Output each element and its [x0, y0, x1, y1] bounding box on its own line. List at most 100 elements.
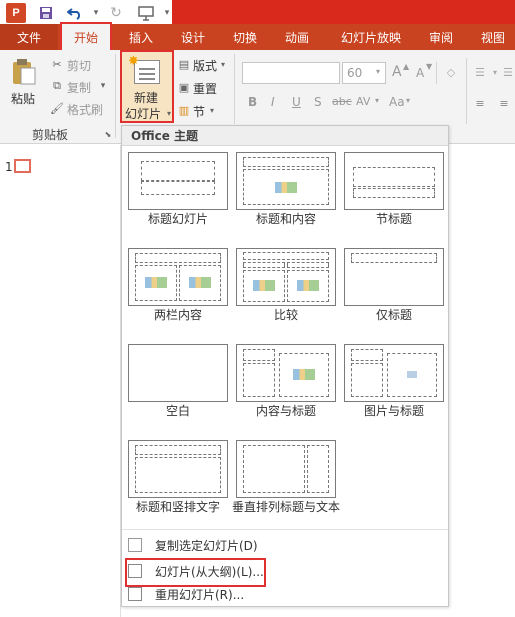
customize-toolbar-icon[interactable]: ▾ — [157, 3, 177, 23]
clipboard-launcher-icon[interactable]: ⬊ — [103, 129, 113, 139]
slide-thumbnail[interactable] — [14, 159, 31, 173]
paste-label[interactable]: 粘贴 — [11, 90, 35, 107]
change-case-button[interactable]: Aa — [389, 95, 405, 109]
save-icon[interactable] — [36, 3, 56, 23]
present-icon[interactable] — [136, 3, 156, 23]
layout-icon[interactable]: ▤ — [177, 57, 191, 71]
font-size-value: 60 — [347, 66, 363, 80]
section-button[interactable]: 节 — [193, 103, 205, 120]
layout-label: 仅标题 — [375, 308, 412, 322]
copy-label[interactable]: 复制 — [67, 79, 91, 96]
slide-number: 1 — [5, 160, 13, 174]
new-slide-dropdown-icon: ▾ — [166, 108, 171, 118]
group-separator — [234, 54, 235, 124]
group-separator — [115, 54, 116, 138]
duplicate-slide-icon — [128, 538, 142, 552]
undo-dropdown-icon[interactable]: ▾ — [86, 3, 106, 23]
layout-label: 图片与标题 — [363, 404, 424, 418]
layout-thumbnail — [236, 440, 336, 498]
reset-button[interactable]: 重置 — [193, 80, 217, 97]
numbering-icon[interactable]: ☰ — [500, 64, 515, 80]
clipboard-group-label: 剪贴板 — [32, 128, 69, 142]
layout-thumbnail — [344, 344, 444, 402]
layout-dropdown-icon[interactable]: ▾ — [219, 57, 227, 71]
gallery-theme-header: Office 主题 — [122, 126, 448, 146]
group-separator — [466, 58, 467, 124]
font-size-select[interactable]: 60 ▾ — [342, 62, 386, 84]
layout-label: 标题幻灯片 — [147, 212, 208, 226]
bold-button[interactable]: B — [248, 95, 257, 109]
layout-thumbnail — [344, 152, 444, 210]
paste-icon[interactable] — [10, 58, 38, 86]
tab-view[interactable]: 视图 — [470, 24, 515, 50]
tab-transitions[interactable]: 切换 — [222, 24, 268, 50]
reuse-slides-menu-item[interactable]: 重用幻灯片(R)... — [123, 583, 449, 605]
new-slide-label-2: 幻灯片 — [125, 107, 162, 121]
redo-icon[interactable]: ↻ — [106, 3, 126, 23]
layout-label: 两栏内容 — [153, 308, 202, 322]
undo-icon[interactable] — [65, 3, 85, 23]
font-name-select[interactable] — [242, 62, 340, 84]
tab-insert[interactable]: 插入 — [118, 24, 164, 50]
shrink-arrow-icon: ▼ — [426, 62, 433, 71]
layout-thumbnail — [236, 248, 336, 306]
align-left-icon[interactable]: ≡ — [472, 95, 488, 111]
layout-thumbnail — [128, 248, 228, 306]
strikethrough-button[interactable]: abc — [332, 95, 352, 108]
font-size-dropdown-icon: ▾ — [376, 67, 381, 76]
layout-thumbnail — [344, 248, 444, 306]
new-slide-label-1: 新建 — [134, 91, 159, 105]
shrink-font-button[interactable]: A — [416, 66, 424, 80]
new-slide-button[interactable]: ✸ 新建 幻灯片 ▾ — [120, 50, 174, 123]
clear-format-icon[interactable]: ◇ — [443, 64, 459, 80]
section-icon[interactable]: ▥ — [177, 103, 191, 117]
grow-arrow-icon: ▲ — [403, 62, 410, 71]
layout-thumbnail — [128, 440, 228, 498]
layout-label: 内容与标题 — [255, 404, 316, 418]
grow-font-button[interactable]: A — [392, 64, 402, 80]
reuse-slides-icon — [128, 587, 142, 601]
layout-label: 标题和内容 — [255, 212, 316, 226]
layout-button[interactable]: 版式 — [193, 57, 217, 74]
change-case-dropdown-icon[interactable]: ▾ — [406, 96, 410, 105]
char-spacing-dropdown-icon[interactable]: ▾ — [375, 96, 379, 105]
cut-icon[interactable]: ✂ — [50, 57, 64, 71]
gallery-separator — [122, 529, 448, 530]
tab-design[interactable]: 设计 — [170, 24, 216, 50]
format-painter-label[interactable]: 格式刷 — [67, 101, 103, 118]
layout-label: 垂直排列标题与文本 — [232, 500, 341, 514]
section-dropdown-icon[interactable]: ▾ — [208, 103, 216, 117]
reset-icon[interactable]: ▣ — [177, 80, 191, 94]
layout-thumbnail — [236, 152, 336, 210]
duplicate-slides-label: 复制选定幻灯片(D) — [155, 539, 258, 553]
new-slide-layout-gallery: Office 主题 标题幻灯片 标题和内容 节标题 两栏内容 比较 仅标题 空白… — [121, 125, 449, 607]
char-spacing-button[interactable]: AV — [356, 95, 370, 108]
layout-thumbnail — [128, 344, 228, 402]
reuse-slides-label: 重用幻灯片(R)... — [155, 588, 245, 602]
format-painter-icon[interactable]: 🖌 — [50, 101, 64, 115]
tab-home[interactable]: 开始 — [60, 22, 112, 52]
copy-icon[interactable]: ⧉ — [50, 79, 64, 93]
layout-label: 标题和竖排文字 — [135, 500, 220, 514]
tab-animations[interactable]: 动画 — [274, 24, 320, 50]
powerpoint-logo-icon: P — [6, 3, 26, 23]
tab-file[interactable]: 文件 — [0, 24, 58, 50]
new-star-icon: ✸ — [128, 54, 139, 69]
duplicate-slides-menu-item[interactable]: 复制选定幻灯片(D) — [123, 534, 449, 556]
bullets-dropdown-icon[interactable]: ▾ — [491, 64, 499, 80]
align-center-icon[interactable]: ≡ — [496, 95, 512, 111]
layout-thumbnail — [128, 152, 228, 210]
layout-label: 比较 — [273, 308, 298, 322]
tab-slideshow[interactable]: 幻灯片放映 — [330, 24, 412, 50]
bullets-icon[interactable]: ☰ — [472, 64, 488, 80]
layout-label: 空白 — [165, 404, 190, 418]
copy-dropdown-icon[interactable]: ▾ — [98, 79, 108, 93]
text-shadow-button[interactable]: S — [314, 95, 322, 109]
tab-review[interactable]: 审阅 — [418, 24, 464, 50]
separator — [436, 62, 437, 84]
layout-label: 节标题 — [375, 212, 412, 226]
title-bar-red-area — [172, 0, 515, 24]
underline-button[interactable]: U — [292, 95, 301, 109]
cut-label[interactable]: 剪切 — [67, 57, 91, 74]
italic-button[interactable]: I — [271, 95, 275, 109]
